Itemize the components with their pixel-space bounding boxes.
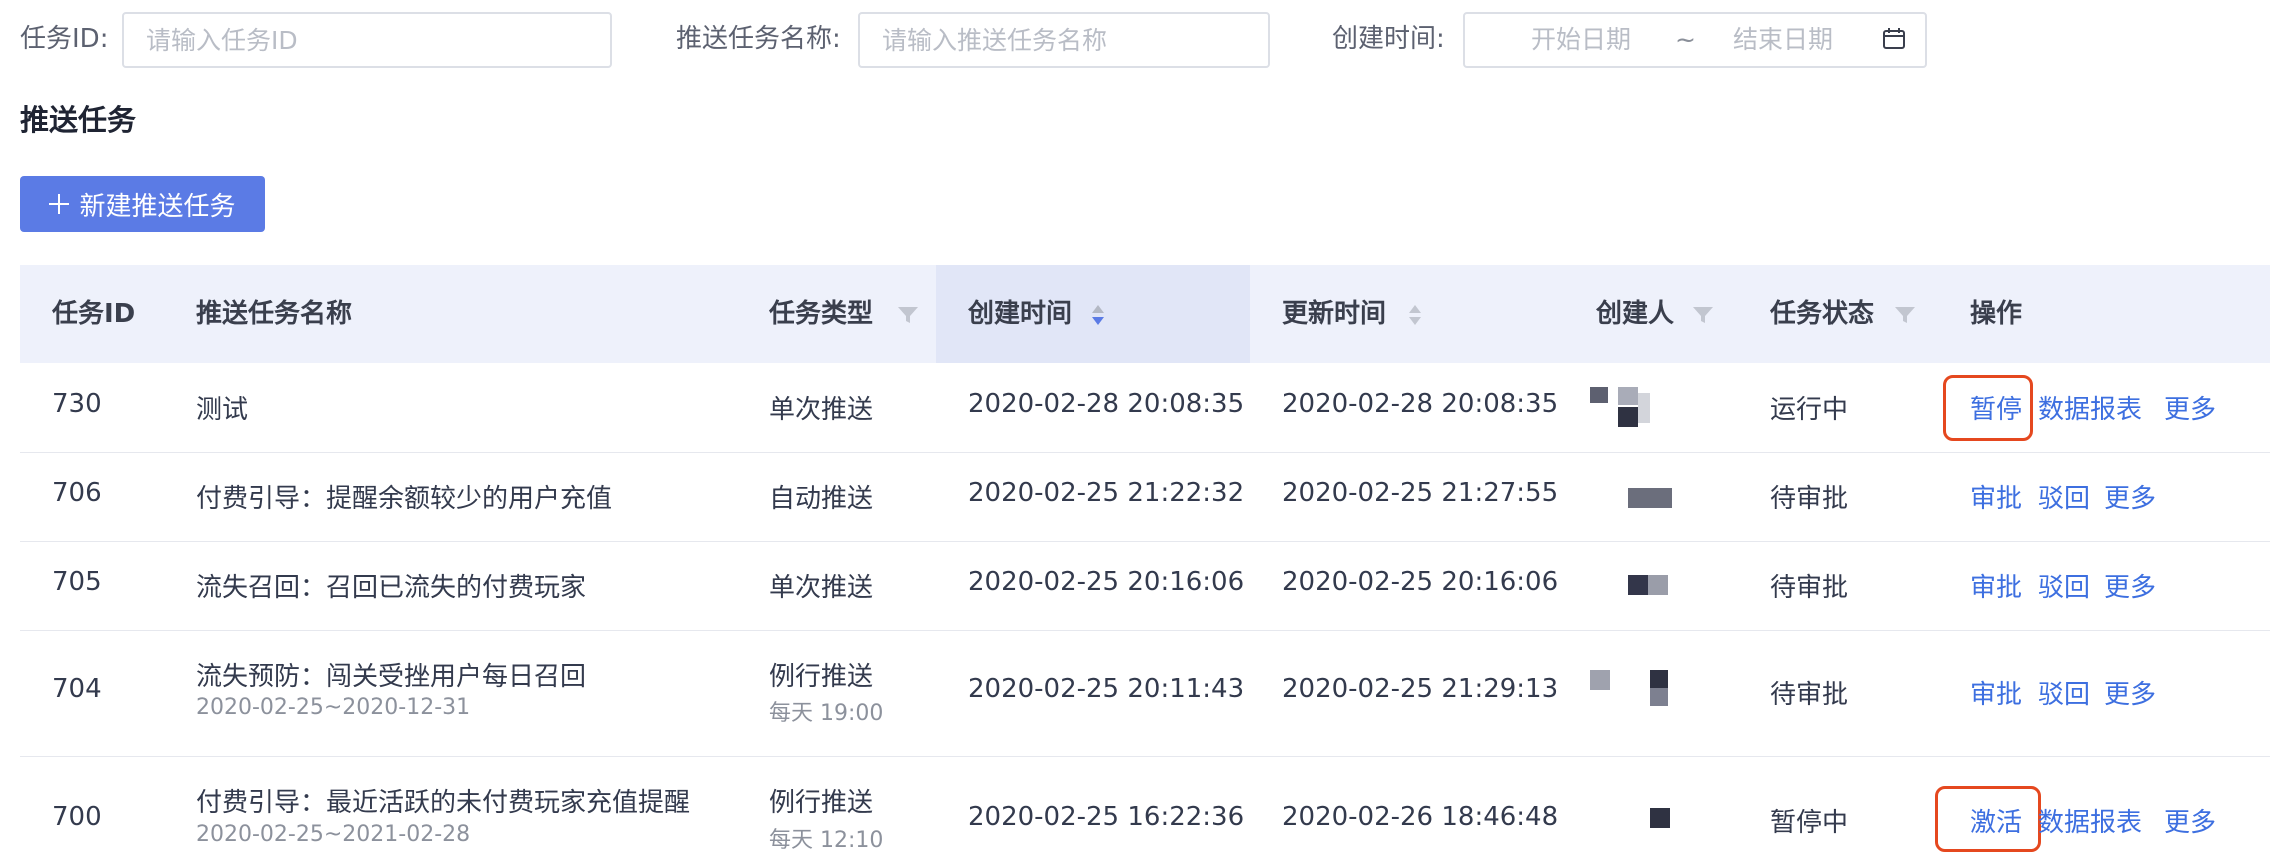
task-date-range: 2020-02-25~2021-02-28 — [196, 822, 471, 847]
new-push-task-button[interactable]: 新建推送任务 — [20, 176, 265, 232]
column-header-task-status: 任务状态 — [1770, 299, 1875, 329]
task-id-input[interactable] — [124, 14, 610, 66]
approve-link[interactable]: 审批 — [1970, 674, 2022, 711]
task-type-cell: 单次推送 — [769, 573, 874, 603]
new-push-task-label: 新建推送任务 — [79, 191, 236, 222]
task-status-cell: 待审批 — [1770, 484, 1849, 514]
approve-link[interactable]: 审批 — [1970, 478, 2022, 515]
push-task-table: 任务ID 推送任务名称 任务类型 创建时间 更新时间 创建人 任务状态 操作 7… — [20, 265, 2270, 853]
table-row[interactable]: 700 付费引导：最近活跃的未付费玩家充值提醒 2020-02-25~2021-… — [20, 756, 2270, 858]
task-id-cell: 705 — [52, 567, 102, 597]
updated-time-cell: 2020-02-25 21:29:13 — [1282, 674, 1559, 704]
created-time-cell: 2020-02-25 20:16:06 — [968, 567, 1245, 597]
more-link[interactable]: 更多 — [2104, 567, 2156, 604]
task-type-cell: 自动推送 — [769, 484, 874, 514]
task-name-input[interactable] — [860, 14, 1268, 66]
column-header-creator: 创建人 — [1596, 299, 1675, 329]
updated-time-cell: 2020-02-25 20:16:06 — [1282, 567, 1559, 597]
plus-icon — [49, 194, 70, 214]
updated-time-sort-icon[interactable] — [1408, 303, 1422, 327]
creator-avatar — [1590, 387, 1650, 431]
creator-avatar — [1590, 670, 1670, 710]
task-type-filter-icon[interactable] — [897, 306, 919, 324]
task-name-label: 推送任务名称: — [676, 24, 841, 54]
task-status-cell: 待审批 — [1770, 573, 1849, 603]
column-header-created-time-cell[interactable]: 创建时间 — [936, 265, 1250, 363]
table-header: 任务ID 推送任务名称 任务类型 创建时间 更新时间 创建人 任务状态 操作 — [20, 265, 2270, 363]
column-header-actions: 操作 — [1970, 299, 2023, 329]
task-type-cell: 例行推送 — [769, 662, 874, 692]
column-header-updated-time[interactable]: 更新时间 — [1282, 265, 1386, 363]
updated-time-cell: 2020-02-26 18:46:48 — [1282, 802, 1559, 832]
column-header-task-id: 任务ID — [52, 299, 136, 329]
data-report-link[interactable]: 数据报表 — [2038, 802, 2142, 839]
task-id-label: 任务ID: — [20, 24, 109, 54]
more-link[interactable]: 更多 — [2104, 478, 2156, 515]
start-date-input[interactable]: 开始日期 — [1531, 14, 1631, 66]
created-time-cell: 2020-02-25 21:22:32 — [968, 478, 1245, 508]
reject-link[interactable]: 驳回 — [2038, 567, 2090, 604]
creator-avatar — [1628, 488, 1672, 508]
date-range-picker[interactable]: 开始日期 ~ 结束日期 — [1463, 12, 1927, 68]
created-time-cell: 2020-02-25 20:11:43 — [968, 674, 1245, 704]
updated-time-cell: 2020-02-25 21:27:55 — [1282, 478, 1559, 508]
updated-time-cell: 2020-02-28 20:08:35 — [1282, 389, 1559, 419]
task-name-cell: 付费引导：提醒余额较少的用户充值 — [196, 484, 613, 514]
task-type-cell: 例行推送 — [769, 788, 874, 818]
column-header-created-time: 创建时间 — [968, 299, 1073, 329]
table-row[interactable]: 705 流失召回：召回已流失的付费玩家 单次推送 2020-02-25 20:1… — [20, 541, 2270, 631]
pause-button[interactable]: 暂停 — [1970, 389, 2022, 426]
task-id-cell: 706 — [52, 478, 102, 508]
task-status-cell: 暂停中 — [1770, 808, 1849, 838]
task-schedule: 每天 12:10 — [769, 828, 884, 853]
task-id-cell: 700 — [52, 802, 102, 832]
end-date-input[interactable]: 结束日期 — [1733, 14, 1833, 66]
table-row[interactable]: 730 测试 单次推送 2020-02-28 20:08:35 2020-02-… — [20, 363, 2270, 453]
more-link[interactable]: 更多 — [2164, 389, 2216, 426]
task-name-cell: 流失预防：闯关受挫用户每日召回 — [196, 662, 587, 692]
task-id-cell: 730 — [52, 389, 102, 419]
task-type-cell: 单次推送 — [769, 395, 874, 425]
table-row[interactable]: 706 付费引导：提醒余额较少的用户充值 自动推送 2020-02-25 21:… — [20, 452, 2270, 542]
created-time-sort-icon[interactable] — [1091, 303, 1105, 327]
section-title: 推送任务 — [20, 103, 137, 137]
calendar-icon[interactable] — [1883, 28, 1905, 50]
task-status-cell: 运行中 — [1770, 395, 1849, 425]
created-time-cell: 2020-02-25 16:22:36 — [968, 802, 1245, 832]
task-name-cell: 流失召回：召回已流失的付费玩家 — [196, 573, 587, 603]
reject-link[interactable]: 驳回 — [2038, 674, 2090, 711]
created-time-cell: 2020-02-28 20:08:35 — [968, 389, 1245, 419]
created-time-label: 创建时间: — [1332, 24, 1445, 54]
creator-filter-icon[interactable] — [1692, 306, 1714, 324]
approve-link[interactable]: 审批 — [1970, 567, 2022, 604]
more-link[interactable]: 更多 — [2164, 802, 2216, 839]
column-header-task-name: 推送任务名称 — [196, 299, 353, 329]
task-name-cell: 测试 — [196, 395, 249, 425]
task-name-cell: 付费引导：最近活跃的未付费玩家充值提醒 — [196, 788, 691, 818]
table-row[interactable]: 704 流失预防：闯关受挫用户每日召回 2020-02-25~2020-12-3… — [20, 630, 2270, 757]
task-id-cell: 704 — [52, 674, 102, 704]
creator-avatar — [1628, 575, 1668, 595]
creator-avatar — [1650, 808, 1672, 830]
activate-button[interactable]: 激活 — [1970, 802, 2022, 839]
data-report-link[interactable]: 数据报表 — [2038, 389, 2142, 426]
date-range-separator: ~ — [1675, 25, 1696, 54]
task-id-field[interactable] — [122, 12, 612, 68]
task-status-filter-icon[interactable] — [1894, 306, 1916, 324]
reject-link[interactable]: 驳回 — [2038, 478, 2090, 515]
more-link[interactable]: 更多 — [2104, 674, 2156, 711]
task-name-field[interactable] — [858, 12, 1270, 68]
column-header-task-type: 任务类型 — [769, 299, 874, 329]
task-status-cell: 待审批 — [1770, 680, 1849, 710]
task-date-range: 2020-02-25~2020-12-31 — [196, 695, 471, 720]
task-schedule: 每天 19:00 — [769, 701, 884, 726]
